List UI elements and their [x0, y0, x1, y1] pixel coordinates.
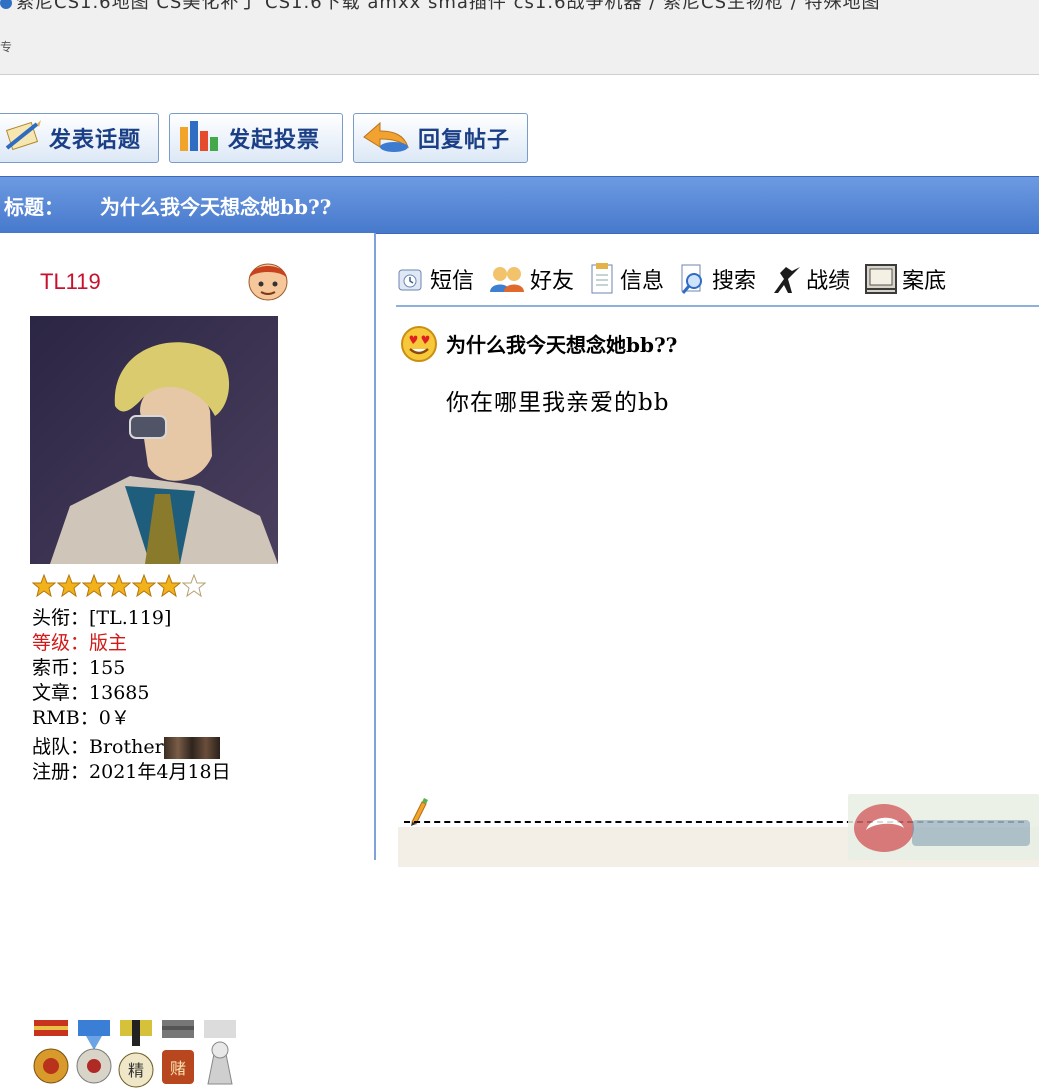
- user-toolbar: 短信 好友 信息 搜索 战绩 案底: [396, 253, 1039, 307]
- message-icon: [398, 269, 422, 291]
- document-icon: [591, 263, 613, 294]
- medal-icon: 精: [118, 1020, 154, 1088]
- user-field-rmb: RMB：0￥: [32, 707, 130, 729]
- user-field-register: 注册：2021年4月18日: [32, 761, 231, 783]
- user-info: 头衔：[TL.119] 等级：版主 索币：155 文章：13685 RMB：0￥…: [32, 606, 231, 785]
- user-field-coins: 索币：155: [32, 657, 126, 679]
- thread-title-bar: 标题： 为什么我今天想念她bb??: [0, 176, 1039, 234]
- reply-label: 回复帖子: [418, 128, 511, 153]
- new-poll-button[interactable]: 发起投票: [169, 113, 343, 163]
- pencil-icon: [406, 796, 428, 830]
- medals: 精 赌: [30, 1020, 240, 1090]
- username[interactable]: TL119: [40, 269, 101, 295]
- friend-button[interactable]: 好友: [488, 263, 574, 295]
- message-button[interactable]: 短信: [396, 263, 474, 295]
- breadcrumb-continuation: 专: [0, 40, 13, 54]
- file-button[interactable]: 案底: [864, 263, 946, 295]
- user-field-posts: 文章：13685: [32, 682, 150, 704]
- star-icon: [107, 574, 131, 598]
- svg-text:精: 精: [128, 1061, 144, 1080]
- new-poll-label: 发起投票: [228, 128, 321, 153]
- star-icon: [32, 574, 56, 598]
- breadcrumb-bar: 索尼CS1.6地图 CS美化补丁 CS1.6下载 amxx sma插件 cs1.…: [0, 0, 1039, 75]
- breadcrumb-text[interactable]: 索尼CS1.6地图 CS美化补丁 CS1.6下载 amxx sma插件 cs1.…: [16, 0, 881, 13]
- soldier-icon: [774, 267, 801, 293]
- pencil-paper-icon: [3, 118, 43, 158]
- star-icon: [132, 574, 156, 598]
- user-field-title: 头衔：[TL.119]: [32, 607, 172, 629]
- thread-title: 为什么我今天想念她bb??: [100, 194, 332, 219]
- friends-icon: [490, 267, 525, 292]
- user-field-team: 战队：Brother: [32, 735, 231, 760]
- new-topic-label: 发表话题: [49, 128, 142, 153]
- post-content: 短信 好友 信息 搜索 战绩 案底 为什么我今天想念她bb?? 你在哪里我亲爱的…: [376, 233, 1039, 867]
- svg-text:赌: 赌: [170, 1059, 186, 1078]
- info-button[interactable]: 信息: [588, 263, 664, 295]
- record-button[interactable]: 战绩: [770, 263, 850, 295]
- star-icon: [82, 574, 106, 598]
- search-button[interactable]: 搜索: [678, 263, 756, 295]
- user-field-level: 等级：版主: [32, 632, 128, 654]
- reply-arrow-icon: [360, 117, 412, 159]
- post-title-text: 为什么我今天想念她bb??: [446, 332, 678, 357]
- user-face-icon: [245, 258, 291, 306]
- book-icon: [865, 264, 898, 294]
- medal-icon: 赌: [162, 1020, 194, 1084]
- bar-chart-icon: [176, 117, 222, 159]
- reply-button[interactable]: 回复帖子: [353, 113, 528, 163]
- medal-icon: [204, 1020, 236, 1085]
- star-icon: [182, 574, 206, 598]
- site-watermark: [848, 794, 1039, 860]
- watermark-logo-icon: [854, 804, 1030, 852]
- avatar[interactable]: [30, 316, 278, 564]
- search-icon: [681, 264, 703, 294]
- smiley-heart-eyes-icon: [401, 326, 437, 362]
- breadcrumb[interactable]: 索尼CS1.6地图 CS美化补丁 CS1.6下载 amxx sma插件 cs1.…: [0, 0, 881, 14]
- star-icon: [157, 574, 181, 598]
- team-name[interactable]: Brother: [89, 736, 164, 758]
- bullet-icon: [0, 0, 12, 9]
- post-body: 你在哪里我亲爱的bb: [446, 390, 670, 416]
- post-title: 为什么我今天想念她bb??: [398, 323, 677, 363]
- star-icon: [57, 574, 81, 598]
- team-banner: [163, 737, 220, 759]
- new-topic-button[interactable]: 发表话题: [0, 113, 159, 163]
- title-label: 标题：: [4, 194, 64, 219]
- user-panel: TL119 头衔：[TL.119] 等级：版主 索币：155 文章：13685 …: [0, 233, 376, 1088]
- medal-icon: [33, 1020, 69, 1084]
- medal-icon: [76, 1020, 112, 1084]
- rank-stars: [32, 574, 206, 598]
